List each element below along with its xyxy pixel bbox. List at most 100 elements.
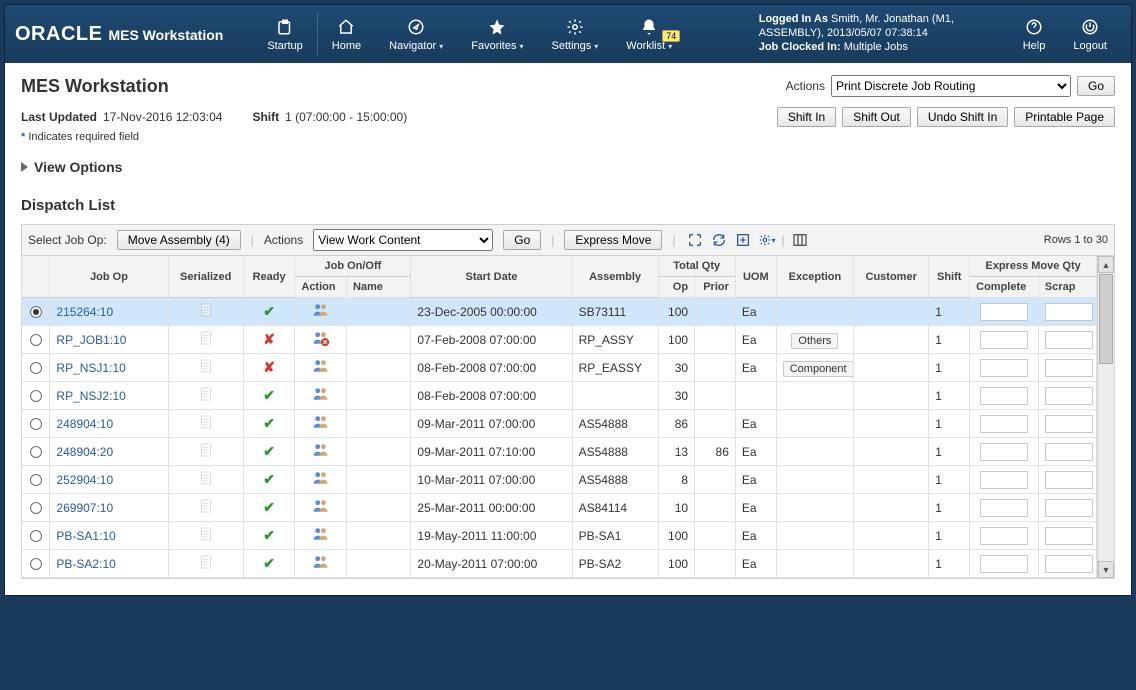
scroll-thumb[interactable] [1099, 274, 1113, 364]
complete-qty-input[interactable] [980, 471, 1028, 489]
nav-navigator[interactable]: Navigator▾ [375, 12, 457, 56]
job-op-link[interactable]: 248904:20 [56, 445, 113, 459]
th-job-op[interactable]: Job Op [50, 256, 168, 298]
row-select-radio[interactable] [28, 390, 43, 402]
complete-qty-input[interactable] [980, 555, 1028, 573]
th-shift[interactable]: Shift [929, 256, 970, 298]
th-action[interactable]: Action [295, 277, 347, 298]
job-onoff-action-icon[interactable] [312, 419, 330, 433]
exception-button[interactable]: Component [783, 361, 854, 377]
job-op-link[interactable]: 269907:10 [56, 501, 113, 515]
table-row[interactable]: 248904:20✔09-Mar-2011 07:10:00AS54888138… [22, 438, 1097, 466]
scrap-qty-input[interactable] [1045, 331, 1093, 349]
expand-icon[interactable] [686, 231, 704, 249]
scrap-qty-input[interactable] [1045, 303, 1093, 321]
th-serialized[interactable]: Serialized [168, 256, 243, 298]
nav-startup[interactable]: Startup [253, 12, 317, 56]
job-op-link[interactable]: 248904:10 [56, 417, 113, 431]
serialized-icon[interactable] [198, 503, 214, 517]
row-select-radio[interactable] [28, 446, 43, 458]
move-assembly-button[interactable]: Move Assembly (4) [117, 230, 241, 250]
table-row[interactable]: 248904:10✔09-Mar-2011 07:00:00AS5488886E… [22, 410, 1097, 438]
nav-home[interactable]: Home [318, 12, 375, 56]
express-move-button[interactable]: Express Move [564, 230, 662, 250]
job-op-link[interactable]: PB-SA2:10 [56, 557, 115, 571]
th-assembly[interactable]: Assembly [572, 256, 658, 298]
undo-shift-button[interactable]: Undo Shift In [917, 107, 1008, 127]
page-actions-select[interactable]: Print Discrete Job Routing [831, 75, 1071, 97]
complete-qty-input[interactable] [980, 359, 1028, 377]
row-select-radio[interactable] [28, 502, 43, 514]
scrap-qty-input[interactable] [1045, 359, 1093, 377]
th-op[interactable]: Op [658, 277, 695, 298]
serialized-icon[interactable] [198, 531, 214, 545]
serialized-icon[interactable] [198, 335, 214, 349]
job-op-link[interactable]: RP_NSJ2:10 [56, 389, 125, 403]
th-scrap[interactable]: Scrap [1038, 277, 1096, 298]
scrap-qty-input[interactable] [1045, 555, 1093, 573]
row-select-radio[interactable] [28, 558, 43, 570]
serialized-icon[interactable] [198, 419, 214, 433]
table-row[interactable]: 269907:10✔25-Mar-2011 00:00:00AS8411410E… [22, 494, 1097, 522]
scrap-qty-input[interactable] [1045, 443, 1093, 461]
table-row[interactable]: 215264:10✔23-Dec-2005 00:00:00SB73111100… [22, 298, 1097, 326]
th-ready[interactable]: Ready [243, 256, 295, 298]
complete-qty-input[interactable] [980, 527, 1028, 545]
job-onoff-action-icon[interactable] [312, 447, 330, 461]
job-op-link[interactable]: 215264:10 [56, 305, 113, 319]
printable-page-button[interactable]: Printable Page [1014, 107, 1115, 127]
complete-qty-input[interactable] [980, 443, 1028, 461]
job-onoff-action-icon[interactable] [312, 335, 330, 349]
nav-favorites[interactable]: Favorites▾ [457, 12, 537, 56]
row-select-radio[interactable] [28, 418, 43, 430]
settings-gear-icon[interactable]: ▾ [758, 231, 776, 249]
th-complete[interactable]: Complete [970, 277, 1039, 298]
job-onoff-action-icon[interactable] [312, 559, 330, 573]
export-icon[interactable] [734, 231, 752, 249]
table-row[interactable]: RP_NSJ2:10✔08-Feb-2008 07:00:00301 [22, 382, 1097, 410]
table-row[interactable]: PB-SA2:10✔20-May-2011 07:00:00PB-SA2100E… [22, 550, 1097, 578]
th-exception[interactable]: Exception [776, 256, 853, 298]
serialized-icon[interactable] [198, 559, 214, 573]
scroll-down-arrow[interactable]: ▼ [1098, 561, 1114, 578]
th-start-date[interactable]: Start Date [411, 256, 572, 298]
th-customer[interactable]: Customer [854, 256, 929, 298]
job-onoff-action-icon[interactable] [312, 503, 330, 517]
th-prior[interactable]: Prior [695, 277, 736, 298]
table-row[interactable]: 252904:10✔10-Mar-2011 07:00:00AS548888Ea… [22, 466, 1097, 494]
nav-settings[interactable]: Settings▾ [538, 12, 613, 56]
scrap-qty-input[interactable] [1045, 387, 1093, 405]
scrap-qty-input[interactable] [1045, 499, 1093, 517]
serialized-icon[interactable] [198, 447, 214, 461]
row-select-radio[interactable] [28, 530, 43, 542]
nav-help[interactable]: Help [1009, 12, 1060, 56]
job-onoff-action-icon[interactable] [312, 475, 330, 489]
th-name[interactable]: Name [346, 277, 410, 298]
serialized-icon[interactable] [198, 391, 214, 405]
table-row[interactable]: PB-SA1:10✔19-May-2011 11:00:00PB-SA1100E… [22, 522, 1097, 550]
toolbar-actions-select[interactable]: View Work Content [313, 229, 493, 251]
serialized-icon[interactable] [198, 363, 214, 377]
job-onoff-action-icon[interactable] [312, 363, 330, 377]
complete-qty-input[interactable] [980, 415, 1028, 433]
row-select-radio[interactable] [28, 362, 43, 374]
job-op-link[interactable]: RP_NSJ1:10 [56, 361, 125, 375]
complete-qty-input[interactable] [980, 303, 1028, 321]
page-actions-go-button[interactable]: Go [1077, 76, 1115, 96]
scroll-up-arrow[interactable]: ▲ [1098, 256, 1114, 273]
job-onoff-action-icon[interactable] [312, 307, 330, 321]
nav-worklist[interactable]: 74 Worklist▾ [612, 12, 686, 56]
job-op-link[interactable]: PB-SA1:10 [56, 529, 115, 543]
complete-qty-input[interactable] [980, 331, 1028, 349]
job-op-link[interactable]: 252904:10 [56, 473, 113, 487]
view-options-toggle[interactable]: View Options [21, 159, 1115, 175]
shift-out-button[interactable]: Shift Out [842, 107, 911, 127]
job-onoff-action-icon[interactable] [312, 531, 330, 545]
job-onoff-action-icon[interactable] [312, 391, 330, 405]
table-row[interactable]: RP_NSJ1:10✘08-Feb-2008 07:00:00RP_EASSY3… [22, 354, 1097, 382]
nav-logout[interactable]: Logout [1059, 12, 1121, 56]
toolbar-go-button[interactable]: Go [503, 230, 541, 250]
columns-icon[interactable] [791, 231, 809, 249]
vertical-scrollbar[interactable]: ▲ ▼ [1097, 256, 1114, 578]
row-select-radio[interactable] [28, 306, 43, 318]
